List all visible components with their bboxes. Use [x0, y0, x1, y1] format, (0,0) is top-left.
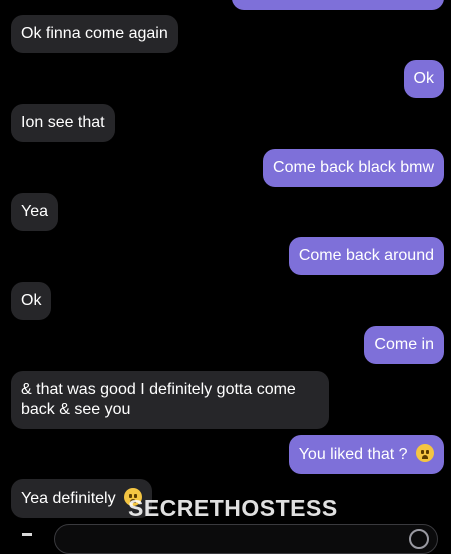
message-bubble-incoming[interactable]: Ion see that [11, 104, 115, 142]
message-bubble-outgoing[interactable]: Come back around [288, 237, 444, 275]
message-bubble-outgoing[interactable]: Ok [403, 60, 444, 98]
message-bubble-outgoing[interactable] [232, 0, 444, 10]
message-input[interactable] [54, 524, 438, 554]
smiley-icon[interactable] [409, 529, 429, 549]
message-text: Yea definitely [21, 490, 116, 507]
message-text: Ok [21, 292, 42, 309]
message-bubble-outgoing[interactable]: Come in [364, 326, 444, 364]
message-text: Ok [413, 70, 434, 87]
watermark: SECRETHOSTESS [128, 495, 338, 521]
message-text: Yea [21, 203, 48, 220]
message-bubble-incoming[interactable]: Ok finna come again [11, 15, 178, 53]
message-bubble-incoming[interactable]: Ok [11, 282, 52, 320]
message-text: Come back black bmw [273, 159, 434, 176]
message-bubble-incoming[interactable]: Yea [11, 193, 58, 231]
composer-plus-icon[interactable] [22, 533, 32, 536]
message-bubble-outgoing[interactable]: Come back black bmw [263, 149, 444, 187]
message-thread: Ok finna come again Ok Ion see that Come… [0, 0, 451, 554]
message-bubble-outgoing[interactable]: You liked that ? [288, 435, 444, 474]
message-text: Come back around [298, 247, 434, 264]
message-text: Ok finna come again [21, 25, 168, 42]
message-text: Ion see that [21, 114, 105, 131]
message-text: & that was good I definitely gotta come … [21, 381, 296, 418]
tired-face-icon [416, 444, 434, 462]
message-text: You liked that ? [298, 446, 408, 463]
message-bubble-incoming[interactable]: & that was good I definitely gotta come … [11, 371, 329, 429]
message-text: Come in [374, 336, 434, 353]
